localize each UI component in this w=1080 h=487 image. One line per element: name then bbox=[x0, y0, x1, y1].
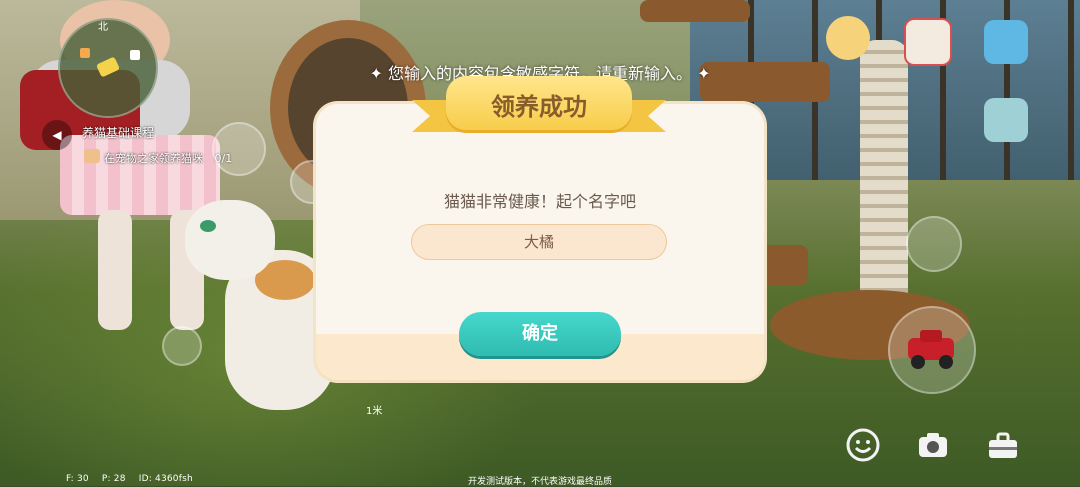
confirm-button[interactable]: 确定 bbox=[459, 312, 621, 356]
cat-name-input[interactable]: 大橘 bbox=[411, 224, 667, 260]
dialog-title-ribbon: 领养成功 bbox=[412, 74, 666, 144]
cat-shelf bbox=[640, 0, 750, 22]
emote-icon[interactable] bbox=[846, 428, 880, 462]
minimap-north-label: 北 bbox=[98, 22, 108, 33]
vehicle-car-icon[interactable] bbox=[888, 306, 976, 394]
duck-avatar-icon[interactable] bbox=[826, 16, 870, 60]
toolbox-icon[interactable] bbox=[986, 428, 1020, 462]
sprint-icon[interactable] bbox=[906, 216, 962, 272]
adopted-cat[interactable] bbox=[185, 200, 335, 410]
cat-shelf bbox=[760, 245, 808, 285]
collapse-arrow-icon[interactable]: ◀ bbox=[42, 120, 72, 150]
build-disclaimer: 开发测试版本，不代表游戏最终品质 bbox=[467, 477, 612, 487]
backpack-icon[interactable] bbox=[984, 98, 1028, 142]
cat-interact-button[interactable] bbox=[212, 122, 266, 176]
camera-icon[interactable] bbox=[916, 428, 950, 462]
quest-task-text: 在宠物之家领养猫咪 bbox=[104, 152, 203, 165]
dialog-title: 领养成功 bbox=[491, 93, 587, 121]
quest-title: 养猫基础课程 bbox=[82, 126, 155, 140]
phone-app-icon[interactable] bbox=[984, 20, 1028, 64]
naming-prompt: 猫猫非常健康！起个名字吧 bbox=[443, 192, 636, 211]
distance-label: 1米 bbox=[366, 406, 383, 417]
shopping-basket-icon[interactable] bbox=[904, 18, 952, 66]
adoption-dialog: 猫猫非常健康！起个名字吧 大橘 确定 bbox=[316, 104, 764, 380]
poi-marker-icon bbox=[80, 48, 90, 58]
home-marker-icon bbox=[130, 50, 140, 60]
quest-task-icon bbox=[84, 149, 100, 163]
joystick-button[interactable] bbox=[162, 326, 202, 366]
